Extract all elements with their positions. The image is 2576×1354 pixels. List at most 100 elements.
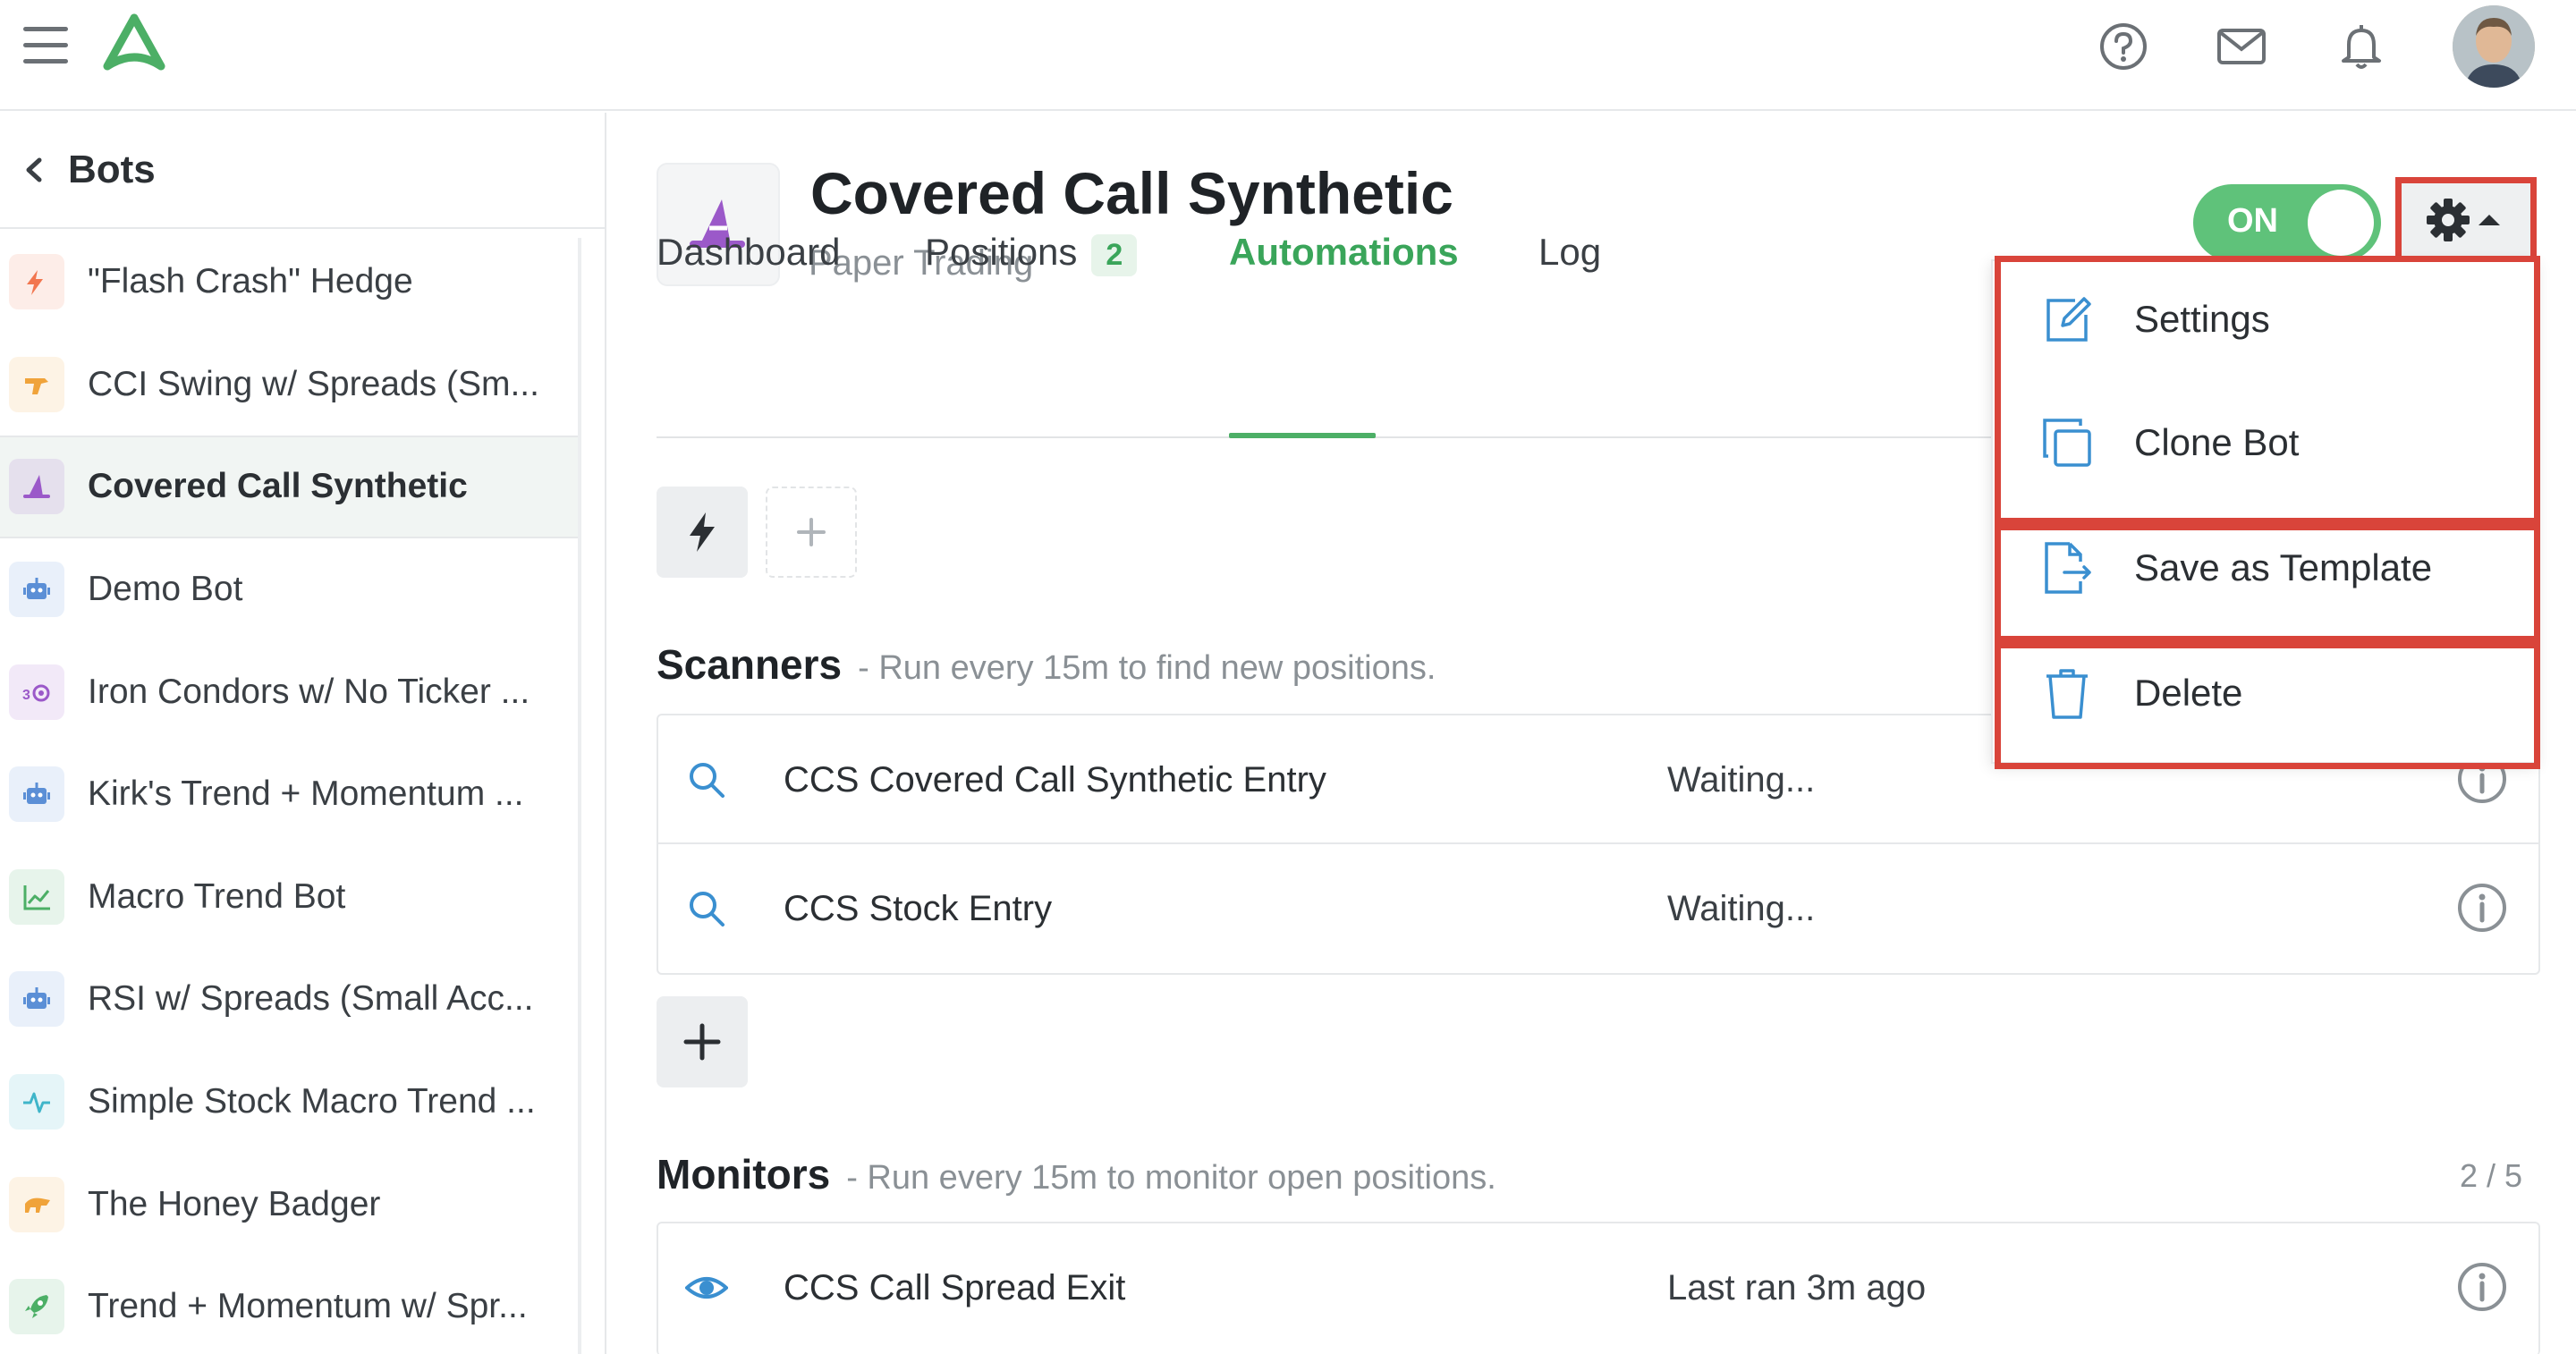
robot-icon bbox=[9, 766, 64, 823]
sidebar-item-bot[interactable]: CCI Swing w/ Spreads (Sm... bbox=[0, 334, 580, 436]
sidebar-item-label: Covered Call Synthetic bbox=[88, 467, 468, 506]
positions-count-badge: 2 bbox=[1091, 234, 1138, 276]
robot-icon bbox=[9, 562, 64, 618]
monitors-list: CCS Call Spread Exit Last ran 3m ago bbox=[657, 1222, 2540, 1354]
mail-icon[interactable] bbox=[2215, 20, 2268, 73]
sidebar-item-bot[interactable]: Trend + Momentum w/ Spr... bbox=[0, 1256, 580, 1354]
edit-icon bbox=[2046, 297, 2091, 342]
export-file-icon bbox=[2045, 542, 2091, 594]
sidebar-item-label: Demo Bot bbox=[88, 570, 243, 609]
sidebar-item-label: Macro Trend Bot bbox=[88, 876, 346, 916]
lightning-icon bbox=[9, 254, 64, 310]
scanner-name: CCS Stock Entry bbox=[784, 889, 1053, 928]
menu-item-settings[interactable]: Settings bbox=[1993, 258, 2538, 381]
tab-positions-label: Positions bbox=[925, 231, 1078, 273]
menu-item-label: Save as Template bbox=[2134, 546, 2433, 588]
wizard-hat-icon bbox=[9, 459, 64, 515]
sidebar-item-bot[interactable]: Demo Bot bbox=[0, 538, 580, 641]
app-logo-icon[interactable] bbox=[98, 13, 170, 77]
menu-item-clone-bot[interactable]: Clone Bot bbox=[1993, 381, 2538, 504]
plus-icon bbox=[683, 1023, 721, 1061]
scanners-section-title: Scanners - Run every 15m to find new posi… bbox=[657, 640, 1436, 689]
top-bar bbox=[0, 0, 2576, 111]
sidebar-item-bot[interactable]: The Honey Badger bbox=[0, 1153, 580, 1256]
sidebar-item-bot[interactable]: Covered Call Synthetic bbox=[0, 436, 580, 538]
toggle-knob bbox=[2308, 190, 2374, 256]
search-icon bbox=[690, 763, 724, 798]
settings-dropdown-menu: Settings Clone Bot Save as Template Dele… bbox=[1991, 259, 2537, 764]
sidebar-item-bot[interactable]: Simple Stock Macro Trend ... bbox=[0, 1051, 580, 1154]
rocket-icon bbox=[9, 1279, 64, 1335]
sidebar-item-bot[interactable]: Macro Trend Bot bbox=[0, 846, 580, 949]
scanners-description: - Run every 15m to find new positions. bbox=[858, 649, 1436, 687]
hamburger-icon[interactable] bbox=[23, 27, 68, 66]
sidebar-item-label: Trend + Momentum w/ Spr... bbox=[88, 1287, 528, 1326]
info-icon[interactable] bbox=[2456, 1261, 2508, 1313]
caret-up-icon bbox=[2479, 215, 2500, 225]
bot-list: "Flash Crash" Hedge CCI Swing w/ Spreads … bbox=[0, 231, 580, 1354]
help-icon[interactable] bbox=[2097, 20, 2150, 73]
plus-icon bbox=[797, 518, 826, 546]
chevron-left-icon[interactable] bbox=[23, 157, 45, 183]
gear-icon bbox=[2427, 199, 2500, 241]
tab-log[interactable]: Log bbox=[1538, 231, 1601, 274]
condor-icon: 3 bbox=[9, 664, 64, 720]
lightning-icon bbox=[690, 512, 715, 552]
trend-chart-icon bbox=[9, 868, 64, 925]
tab-automations[interactable]: Automations bbox=[1229, 231, 1459, 274]
menu-item-label: Settings bbox=[2134, 298, 2270, 340]
sidebar-item-label: Kirk's Trend + Momentum ... bbox=[88, 774, 524, 814]
monitor-row[interactable]: CCS Call Spread Exit Last ran 3m ago bbox=[658, 1223, 2538, 1352]
sidebar-title: Bots bbox=[68, 148, 156, 191]
trigger-automation-button[interactable] bbox=[657, 487, 748, 578]
eye-icon bbox=[685, 1277, 728, 1299]
menu-item-save-as-template[interactable]: Save as Template bbox=[1993, 506, 2538, 630]
search-icon bbox=[690, 892, 724, 927]
robot-icon bbox=[9, 971, 64, 1028]
sidebar-scrollbar[interactable] bbox=[578, 238, 581, 1354]
toggle-label: ON bbox=[2227, 202, 2278, 240]
sidebar-item-bot[interactable]: 3 Iron Condors w/ No Ticker ... bbox=[0, 640, 580, 743]
monitor-status: Last ran 3m ago bbox=[1667, 1268, 1927, 1307]
info-icon[interactable] bbox=[2456, 882, 2508, 934]
sidebar-header[interactable]: Bots bbox=[0, 113, 605, 229]
monitor-name: CCS Call Spread Exit bbox=[784, 1268, 1126, 1307]
monitors-count: 2 / 5 bbox=[2459, 1157, 2522, 1194]
scanner-row[interactable]: CCS Stock Entry Waiting... bbox=[658, 844, 2538, 973]
add-scanner-button[interactable] bbox=[657, 996, 748, 1087]
bot-on-toggle[interactable]: ON bbox=[2193, 184, 2381, 261]
tab-positions[interactable]: Positions 2 bbox=[925, 231, 1138, 276]
badger-icon bbox=[9, 1176, 64, 1232]
scanners-title: Scanners bbox=[657, 641, 843, 688]
sidebar-item-bot[interactable]: "Flash Crash" Hedge bbox=[0, 231, 580, 334]
page-title: Covered Call Synthetic bbox=[810, 160, 1453, 226]
sidebar-item-bot[interactable]: RSI w/ Spreads (Small Acc... bbox=[0, 948, 580, 1051]
monitors-title: Monitors bbox=[657, 1151, 831, 1197]
sidebar-item-label: RSI w/ Spreads (Small Acc... bbox=[88, 979, 534, 1019]
monitors-description: - Run every 15m to monitor open position… bbox=[846, 1159, 1496, 1197]
trash-icon bbox=[2046, 669, 2088, 719]
user-avatar[interactable] bbox=[2453, 5, 2535, 88]
scanner-name: CCS Covered Call Synthetic Entry bbox=[784, 760, 1326, 800]
sidebar-item-label: The Honey Badger bbox=[88, 1184, 381, 1223]
scanner-status: Waiting... bbox=[1667, 760, 1816, 800]
sidebar-item-label: Simple Stock Macro Trend ... bbox=[88, 1082, 536, 1121]
blaster-icon bbox=[9, 356, 64, 412]
sidebar: Bots "Flash Crash" Hedge CCI Swing w/ Spr… bbox=[0, 113, 606, 1354]
svg-text:3: 3 bbox=[22, 688, 30, 703]
sidebar-item-bot[interactable]: Kirk's Trend + Momentum ... bbox=[0, 743, 580, 846]
copy-icon bbox=[2043, 419, 2091, 467]
tab-dashboard[interactable]: Dashboard bbox=[657, 231, 840, 274]
sidebar-item-label: "Flash Crash" Hedge bbox=[88, 262, 413, 301]
settings-menu-button[interactable] bbox=[2395, 177, 2537, 263]
menu-item-label: Delete bbox=[2134, 672, 2243, 714]
add-automation-type-button[interactable] bbox=[766, 487, 857, 578]
pulse-icon bbox=[9, 1074, 64, 1130]
sidebar-item-label: CCI Swing w/ Spreads (Sm... bbox=[88, 364, 539, 403]
sidebar-item-label: Iron Condors w/ No Ticker ... bbox=[88, 672, 530, 711]
menu-item-label: Clone Bot bbox=[2134, 421, 2300, 463]
active-tab-indicator bbox=[1229, 433, 1376, 438]
bell-icon[interactable] bbox=[2334, 20, 2388, 73]
menu-item-delete[interactable]: Delete bbox=[1993, 631, 2538, 755]
scanner-status: Waiting... bbox=[1667, 889, 1816, 928]
